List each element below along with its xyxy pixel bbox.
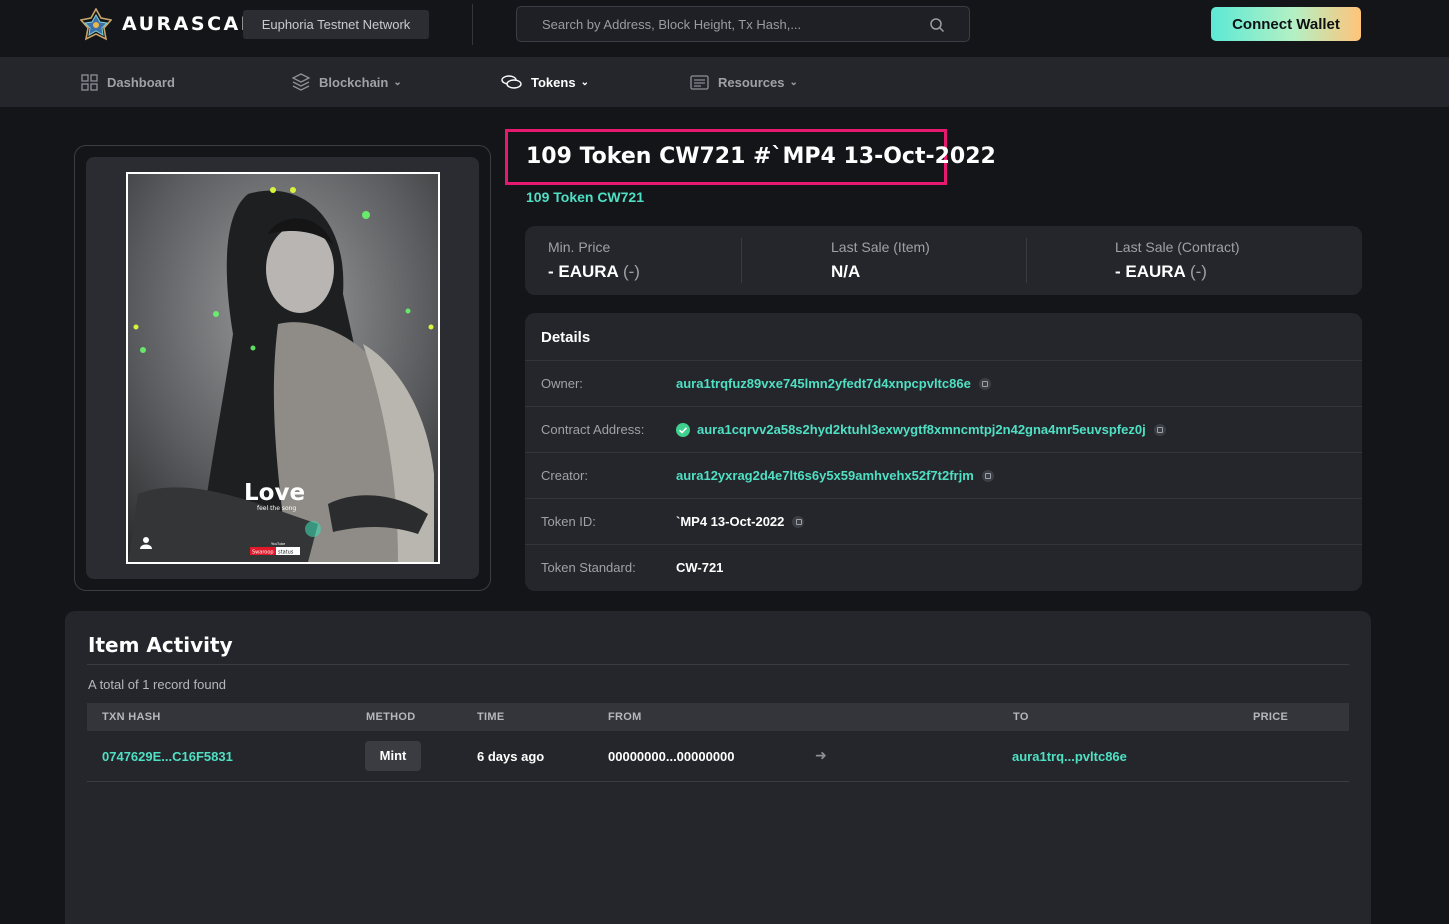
min-price-amount: - EAURA <box>548 262 619 281</box>
token-standard-value: CW-721 <box>676 560 724 575</box>
min-price-value: - EAURA (-) <box>548 262 640 282</box>
record-count: A total of 1 record found <box>88 677 227 692</box>
connect-wallet-button[interactable]: Connect Wallet <box>1211 7 1361 41</box>
col-time: TIME <box>477 711 505 723</box>
brand-name[interactable]: AURASCAN <box>122 13 259 35</box>
last-sale-contract-label: Last Sale (Contract) <box>1115 239 1240 255</box>
min-price-usd: (-) <box>622 262 640 281</box>
nav-tokens-label: Tokens <box>531 74 576 90</box>
nav-resources-label: Resources <box>718 74 785 90</box>
search-input[interactable] <box>517 7 917 41</box>
copy-icon[interactable] <box>1153 423 1166 436</box>
nav-blockchain[interactable]: Blockchain ⌄ <box>292 57 402 107</box>
last-sale-item-label: Last Sale (Item) <box>831 239 930 255</box>
detail-row-owner: Owner: aura1trqfuz89vxe745lmn2yfedt7d4xn… <box>525 360 1362 406</box>
contract-address-link[interactable]: aura1cqrvv2a58s2hyd2ktuhl3exwygtf8xmncmt… <box>697 422 1146 437</box>
details-heading: Details <box>541 329 591 346</box>
nav-dashboard[interactable]: Dashboard <box>81 57 175 107</box>
copy-icon[interactable] <box>978 377 991 390</box>
nav-blockchain-label: Blockchain <box>319 74 389 90</box>
nav-dashboard-label: Dashboard <box>107 74 175 90</box>
activity-divider <box>87 664 1349 665</box>
chevron-down-icon: ⌄ <box>789 76 798 88</box>
details-panel: Details Owner: aura1trqfuz89vxe745lmn2yf… <box>525 313 1362 591</box>
activity-table-header: TXN HASH METHOD TIME FROM TO PRICE <box>87 703 1349 731</box>
network-selector[interactable]: Euphoria Testnet Network <box>243 10 429 39</box>
col-txn-hash: TXN HASH <box>102 711 161 723</box>
overlay-subtitle: feel the song <box>257 505 296 512</box>
creator-address-link[interactable]: aura12yxrag2d4e7lt6s6y5x59amhvehx52f7t2f… <box>676 468 974 483</box>
arrow-right-icon: ➜ <box>815 747 827 763</box>
document-list-icon <box>690 74 709 90</box>
token-id-value: `MP4 13-Oct-2022 <box>676 514 785 529</box>
method-badge: Mint <box>365 741 421 771</box>
overlay-channel-small: YouTube <box>271 542 285 546</box>
creator-address: aura12yxrag2d4e7lt6s6y5x59amhvehx52f7t2f… <box>676 468 994 483</box>
detail-row-token-id: Token ID: `MP4 13-Oct-2022 <box>525 498 1362 544</box>
copy-icon[interactable] <box>981 469 994 482</box>
owner-address-link[interactable]: aura1trqfuz89vxe745lmn2yfedt7d4xnpcpvltc… <box>676 376 971 391</box>
main-nav: Dashboard Blockchain ⌄ Tokens ⌄ Resource… <box>0 57 1449 107</box>
collection-link[interactable]: 109 Token CW721 <box>526 189 644 205</box>
price-divider <box>1026 238 1027 283</box>
token-standard-label: Token Standard: <box>541 560 636 575</box>
owner-address: aura1trqfuz89vxe745lmn2yfedt7d4xnpcpvltc… <box>676 376 991 391</box>
last-sale-contract-value: - EAURA (-) <box>1115 262 1207 282</box>
aurascan-logo-icon[interactable] <box>80 8 112 42</box>
item-activity-title: Item Activity <box>88 633 233 657</box>
price-divider <box>741 238 742 283</box>
last-sale-contract-amount: - EAURA <box>1115 262 1186 281</box>
search-icon[interactable] <box>929 17 945 33</box>
price-stats: Min. Price - EAURA (-) Last Sale (Item) … <box>525 226 1362 295</box>
nft-media-frame: Love feel the song YouTube Swaroop statu… <box>86 157 479 579</box>
coins-icon <box>501 75 522 89</box>
txn-hash-link[interactable]: 0747629E...C16F5831 <box>102 749 233 764</box>
last-sale-contract-usd: (-) <box>1189 262 1207 281</box>
verified-check-icon <box>676 422 690 437</box>
to-address-link[interactable]: aura1trq...pvltc86e <box>1012 749 1127 764</box>
nft-image[interactable]: Love feel the song YouTube Swaroop statu… <box>126 172 440 564</box>
token-id-label: Token ID: <box>541 514 596 529</box>
min-price-label: Min. Price <box>548 239 611 255</box>
chevron-down-icon: ⌄ <box>393 76 402 88</box>
dashboard-icon <box>81 73 98 91</box>
last-sale-item-value: N/A <box>831 262 861 281</box>
layers-icon <box>292 73 310 91</box>
nav-tokens[interactable]: Tokens ⌄ <box>501 57 589 107</box>
overlay-channel-left: Swaroop <box>252 550 274 556</box>
nft-media-card: Love feel the song YouTube Swaroop statu… <box>74 145 491 591</box>
detail-row-standard: Token Standard: CW-721 <box>525 544 1362 590</box>
nav-resources[interactable]: Resources ⌄ <box>690 57 798 107</box>
search-bar <box>516 6 970 42</box>
txn-time: 6 days ago <box>477 749 545 764</box>
from-address: 00000000...00000000 <box>608 749 735 764</box>
col-method: METHOD <box>366 711 416 723</box>
contract-label: Contract Address: <box>541 422 645 437</box>
token-id: `MP4 13-Oct-2022 <box>676 514 805 529</box>
col-to: TO <box>1013 711 1029 723</box>
header-divider <box>472 4 473 45</box>
item-activity-panel: Item Activity A total of 1 record found … <box>65 611 1371 924</box>
col-from: FROM <box>608 711 642 723</box>
copy-icon[interactable] <box>792 515 805 528</box>
page-title: 109 Token CW721 #`MP4 13-Oct-2022 <box>526 144 996 169</box>
detail-row-creator: Creator: aura12yxrag2d4e7lt6s6y5x59amhve… <box>525 452 1362 498</box>
chevron-down-icon: ⌄ <box>580 76 589 88</box>
contract-address: aura1cqrvv2a58s2hyd2ktuhl3exwygtf8xmncmt… <box>676 422 1166 437</box>
detail-row-contract: Contract Address: aura1cqrvv2a58s2hyd2kt… <box>525 406 1362 452</box>
overlay-channel-right: status <box>278 550 294 556</box>
col-price: PRICE <box>1253 711 1289 723</box>
nft-artwork: Love feel the song YouTube Swaroop statu… <box>128 174 438 562</box>
token-title-box: 109 Token CW721 #`MP4 13-Oct-2022 <box>505 129 996 185</box>
table-row: 0747629E...C16F5831 Mint 6 days ago 0000… <box>87 731 1349 782</box>
top-header: AURASCAN Euphoria Testnet Network Connec… <box>0 0 1449 57</box>
love-overlay-text: Love <box>244 480 305 506</box>
creator-label: Creator: <box>541 468 588 483</box>
owner-label: Owner: <box>541 376 583 391</box>
